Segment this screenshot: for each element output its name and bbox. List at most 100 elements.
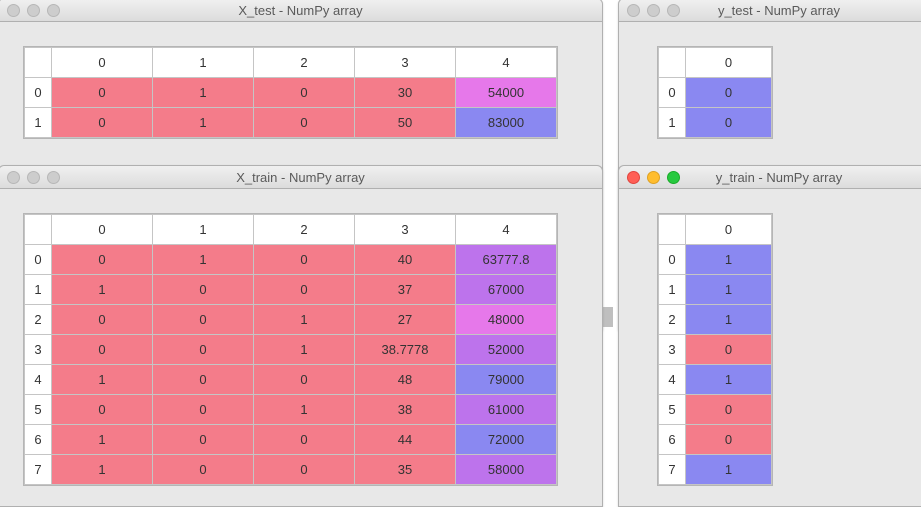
- data-cell[interactable]: 0: [254, 78, 355, 108]
- column-header[interactable]: 0: [686, 215, 772, 245]
- window-x-train[interactable]: X_train - NumPy array 0123400104063777.8…: [0, 165, 603, 507]
- minimize-icon[interactable]: [647, 171, 660, 184]
- window-y-train[interactable]: y_train - NumPy array 00111213041506071: [618, 165, 921, 507]
- data-cell[interactable]: 0: [254, 275, 355, 305]
- minimize-icon[interactable]: [27, 171, 40, 184]
- data-cell[interactable]: 1: [686, 245, 772, 275]
- data-cell[interactable]: 54000: [456, 78, 557, 108]
- data-cell[interactable]: 1: [254, 395, 355, 425]
- row-index[interactable]: 4: [659, 365, 686, 395]
- table[interactable]: 00111213041506071: [658, 214, 772, 485]
- data-cell[interactable]: 0: [52, 108, 153, 138]
- column-header[interactable]: 0: [52, 215, 153, 245]
- row-index[interactable]: 0: [25, 78, 52, 108]
- data-cell[interactable]: 83000: [456, 108, 557, 138]
- data-cell[interactable]: 48000: [456, 305, 557, 335]
- data-cell[interactable]: 27: [355, 305, 456, 335]
- data-cell[interactable]: 0: [153, 305, 254, 335]
- data-cell[interactable]: 0: [686, 335, 772, 365]
- row-index[interactable]: 2: [25, 305, 52, 335]
- data-cell[interactable]: 0: [686, 108, 772, 138]
- row-index[interactable]: 0: [25, 245, 52, 275]
- row-index[interactable]: 3: [25, 335, 52, 365]
- data-cell[interactable]: 1: [686, 455, 772, 485]
- data-cell[interactable]: 35: [355, 455, 456, 485]
- row-index[interactable]: 2: [659, 305, 686, 335]
- data-cell[interactable]: 0: [153, 395, 254, 425]
- data-cell[interactable]: 0: [254, 425, 355, 455]
- data-cell[interactable]: 30: [355, 78, 456, 108]
- data-cell[interactable]: 1: [254, 305, 355, 335]
- data-cell[interactable]: 63777.8: [456, 245, 557, 275]
- row-index[interactable]: 7: [25, 455, 52, 485]
- column-header[interactable]: 4: [456, 48, 557, 78]
- column-header[interactable]: 1: [153, 215, 254, 245]
- titlebar[interactable]: y_test - NumPy array: [619, 0, 921, 22]
- data-cell[interactable]: 0: [52, 395, 153, 425]
- data-cell[interactable]: 0: [52, 335, 153, 365]
- data-cell[interactable]: 1: [153, 78, 254, 108]
- column-header[interactable]: 4: [456, 215, 557, 245]
- data-cell[interactable]: 50: [355, 108, 456, 138]
- row-index[interactable]: 3: [659, 335, 686, 365]
- data-cell[interactable]: 1: [254, 335, 355, 365]
- row-index[interactable]: 1: [25, 108, 52, 138]
- data-cell[interactable]: 1: [52, 365, 153, 395]
- row-index[interactable]: 5: [659, 395, 686, 425]
- data-cell[interactable]: 0: [153, 365, 254, 395]
- data-cell[interactable]: 1: [686, 275, 772, 305]
- data-cell[interactable]: 0: [52, 245, 153, 275]
- row-index[interactable]: 7: [659, 455, 686, 485]
- column-header[interactable]: 2: [254, 215, 355, 245]
- zoom-icon[interactable]: [667, 171, 680, 184]
- data-cell[interactable]: 72000: [456, 425, 557, 455]
- row-index[interactable]: 0: [659, 78, 686, 108]
- data-cell[interactable]: 0: [254, 245, 355, 275]
- data-cell[interactable]: 40: [355, 245, 456, 275]
- minimize-icon[interactable]: [647, 4, 660, 17]
- close-icon[interactable]: [7, 4, 20, 17]
- row-index[interactable]: 0: [659, 245, 686, 275]
- close-icon[interactable]: [627, 4, 640, 17]
- data-cell[interactable]: 61000: [456, 395, 557, 425]
- column-header[interactable]: 0: [52, 48, 153, 78]
- row-index[interactable]: 6: [659, 425, 686, 455]
- data-cell[interactable]: 44: [355, 425, 456, 455]
- close-icon[interactable]: [7, 171, 20, 184]
- table[interactable]: 012340010305400010105083000: [24, 47, 557, 138]
- data-cell[interactable]: 0: [254, 108, 355, 138]
- zoom-icon[interactable]: [667, 4, 680, 17]
- zoom-icon[interactable]: [47, 171, 60, 184]
- column-header[interactable]: 2: [254, 48, 355, 78]
- row-index[interactable]: 1: [659, 275, 686, 305]
- data-cell[interactable]: 1: [153, 245, 254, 275]
- column-header[interactable]: 3: [355, 48, 456, 78]
- close-icon[interactable]: [627, 171, 640, 184]
- data-cell[interactable]: 1: [52, 455, 153, 485]
- data-cell[interactable]: 0: [254, 455, 355, 485]
- minimize-icon[interactable]: [27, 4, 40, 17]
- data-cell[interactable]: 58000: [456, 455, 557, 485]
- data-cell[interactable]: 38: [355, 395, 456, 425]
- row-index[interactable]: 4: [25, 365, 52, 395]
- column-header[interactable]: 1: [153, 48, 254, 78]
- data-cell[interactable]: 1: [686, 305, 772, 335]
- data-cell[interactable]: 0: [153, 455, 254, 485]
- titlebar[interactable]: X_train - NumPy array: [0, 166, 602, 189]
- row-index[interactable]: 1: [659, 108, 686, 138]
- column-header[interactable]: 3: [355, 215, 456, 245]
- data-cell[interactable]: 0: [686, 425, 772, 455]
- data-cell[interactable]: 38.7778: [355, 335, 456, 365]
- data-cell[interactable]: 0: [52, 305, 153, 335]
- data-cell[interactable]: 1: [52, 275, 153, 305]
- data-cell[interactable]: 52000: [456, 335, 557, 365]
- data-cell[interactable]: 48: [355, 365, 456, 395]
- data-cell[interactable]: 0: [153, 335, 254, 365]
- data-cell[interactable]: 0: [153, 275, 254, 305]
- data-cell[interactable]: 37: [355, 275, 456, 305]
- table[interactable]: 0123400104063777.81100376700020012748000…: [24, 214, 557, 485]
- row-index[interactable]: 5: [25, 395, 52, 425]
- data-cell[interactable]: 0: [686, 395, 772, 425]
- data-cell[interactable]: 1: [52, 425, 153, 455]
- titlebar[interactable]: y_train - NumPy array: [619, 166, 921, 189]
